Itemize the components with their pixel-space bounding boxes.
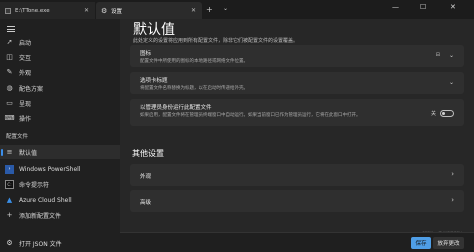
layers-icon: ≡ <box>6 148 13 156</box>
sidebar-item-label: 配色方案 <box>19 85 44 93</box>
other-settings-heading: 其他设置 <box>132 149 164 158</box>
tab-dropdown-button[interactable]: ⌄ <box>223 5 228 12</box>
run-as-admin-toggle[interactable] <box>440 110 454 117</box>
setting-description: 将配置文件名称替换为标题，以在启动时传递给外壳。 <box>140 86 248 91</box>
title-bar: E:\TTone.exe ✕ ⚙ 设置 ✕ + ⌄ — ☐ ✕ <box>0 0 474 19</box>
terminal-icon <box>5 7 11 14</box>
profiles-section-label: 配置文件 <box>6 134 29 140</box>
close-tab-icon[interactable]: ✕ <box>191 7 196 14</box>
sidebar-item-rendering[interactable]: ▭ 呈现 <box>0 96 120 110</box>
new-tab-button[interactable]: + <box>206 5 213 14</box>
sidebar-item-azure[interactable]: ▲ Azure Cloud Shell <box>0 193 120 207</box>
advanced-link-card[interactable]: 高级 › <box>130 190 464 212</box>
sidebar-item-actions[interactable]: ⌨ 操作 <box>0 111 120 125</box>
azure-icon: ▲ <box>6 196 13 204</box>
tab-exe[interactable]: E:\TTone.exe ✕ <box>0 2 95 19</box>
icon-preview-icon: ⊟ <box>435 52 440 58</box>
palette-icon: ◍ <box>6 84 13 92</box>
tab-settings[interactable]: ⚙ 设置 ✕ <box>96 2 202 19</box>
sidebar-item-label: 外观 <box>19 69 32 77</box>
open-json-button[interactable]: ⚙ 打开 JSON 文件 <box>0 236 120 250</box>
setting-title: 选项卡标题 <box>140 78 168 84</box>
cmd-icon: C: <box>5 179 14 189</box>
tab-title-setting-card[interactable]: 选项卡标题 将配置文件名称替换为标题，以在启动时传递给外壳。 ⌄ <box>130 72 464 94</box>
interaction-icon: ◫ <box>6 53 13 61</box>
chevron-right-icon: › <box>451 170 454 178</box>
sidebar-item-powershell[interactable]: › Windows PowerShell <box>0 162 120 176</box>
open-json-label: 打开 JSON 文件 <box>19 240 62 248</box>
sidebar-item-appearance[interactable]: ✎ 外观 <box>0 65 120 79</box>
toggle-state-label: 关 <box>430 111 436 117</box>
sidebar-item-color-schemes[interactable]: ◍ 配色方案 <box>0 81 120 95</box>
chevron-down-icon[interactable]: ⌄ <box>449 79 454 86</box>
minimize-button[interactable]: — <box>392 3 399 11</box>
maximize-button[interactable]: ☐ <box>420 3 426 11</box>
link-label: 外观 <box>140 174 152 180</box>
discard-changes-button[interactable]: 放弃更改 <box>433 237 464 249</box>
plus-icon: + <box>6 211 13 219</box>
sidebar-item-label: 命令提示符 <box>19 181 50 189</box>
close-window-button[interactable]: ✕ <box>450 3 456 11</box>
save-button[interactable]: 保存 <box>411 237 431 249</box>
sidebar-item-label: 交互 <box>19 54 32 62</box>
main-panel: 默认值 此处定义的设置将应用到所有配置文件，除非它们被配置文件的设置覆盖。 图标… <box>120 19 474 252</box>
link-label: 高级 <box>140 200 152 206</box>
setting-title: 以管理员身份运行此配置文件 <box>140 105 212 111</box>
page-description: 此处定义的设置将应用到所有配置文件，除非它们被配置文件的设置覆盖。 <box>133 38 299 44</box>
sidebar-item-label: Azure Cloud Shell <box>19 196 72 204</box>
settings-file-icon: ⚙ <box>6 239 13 247</box>
sidebar-item-startup[interactable]: ➚ 启动 <box>0 35 120 49</box>
sidebar-item-add-profile[interactable]: + 添加新配置文件 <box>0 208 120 222</box>
sidebar: ➚ 启动 ◫ 交互 ✎ 外观 ◍ 配色方案 ▭ 呈现 ⌨ 操作 配置文件 ≡ 默… <box>0 19 120 252</box>
sidebar-item-label: 启动 <box>19 39 32 47</box>
setting-description: 如果启用，配置文件将在管理员终端窗口中自动运行。如果当前窗口已作为管理员运行，它… <box>140 113 361 118</box>
sidebar-item-label: 操作 <box>19 115 32 123</box>
keyboard-icon: ⌨ <box>4 114 15 122</box>
sidebar-item-label: Windows PowerShell <box>19 165 81 173</box>
sidebar-item-label: 添加新配置文件 <box>19 212 62 220</box>
setting-description: 配置文件中所使用的图标的本地路径或网络文件位置。 <box>140 59 248 64</box>
sidebar-item-defaults[interactable]: ≡ 默认值 <box>0 145 120 159</box>
tab-label: E:\TTone.exe <box>15 7 50 14</box>
appearance-link-card[interactable]: 外观 › <box>130 164 464 186</box>
gear-icon: ⚙ <box>101 6 108 15</box>
sidebar-item-interaction[interactable]: ◫ 交互 <box>0 50 120 64</box>
chevron-down-icon[interactable]: ⌄ <box>449 52 454 59</box>
sidebar-item-label: 呈现 <box>19 100 32 108</box>
rocket-icon: ➚ <box>6 38 13 46</box>
sidebar-item-cmd[interactable]: C: 命令提示符 <box>0 177 120 191</box>
icon-setting-card[interactable]: 图标 配置文件中所使用的图标的本地路径或网络文件位置。 ⊟ ⌄ <box>130 45 464 67</box>
page-title: 默认值 <box>133 22 175 38</box>
footer-bar: 保存 放弃更改 <box>120 232 474 252</box>
setting-title: 图标 <box>140 51 152 57</box>
chevron-right-icon: › <box>451 196 454 204</box>
hamburger-menu-icon[interactable] <box>7 26 15 32</box>
tab-label: 设置 <box>111 8 123 15</box>
brush-icon: ✎ <box>6 68 13 76</box>
run-as-admin-setting-card: 以管理员身份运行此配置文件 如果启用，配置文件将在管理员终端窗口中自动运行。如果… <box>130 99 464 126</box>
sidebar-item-label: 默认值 <box>19 149 38 157</box>
close-tab-icon[interactable]: ✕ <box>84 7 89 14</box>
powershell-icon: › <box>5 164 14 174</box>
monitor-icon: ▭ <box>6 99 13 107</box>
